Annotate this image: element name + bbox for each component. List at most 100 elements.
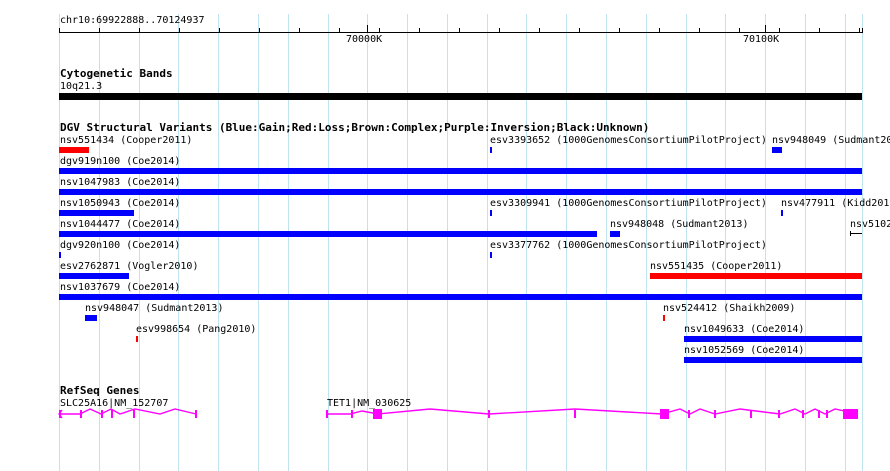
gain-variant-bar[interactable] (781, 210, 783, 216)
refseq-track-title: RefSeq Genes (60, 384, 140, 397)
variant-label: dgv919n100 (Coe2014) (60, 156, 181, 167)
grid-line (805, 14, 806, 471)
variant-label: nsv1049633 (Coe2014) (684, 324, 805, 335)
ruler-tick (259, 28, 260, 32)
exon (826, 410, 828, 418)
loss-variant-bar[interactable] (136, 336, 138, 342)
grid-line (258, 14, 259, 471)
variant-label: nsv1044477 (Coe2014) (60, 219, 181, 230)
region-label: chr10:69922888..70124937 (60, 15, 205, 26)
gene-label-slc25a16: SLC25A16|NM_152707 (60, 398, 169, 409)
exon (778, 410, 780, 418)
ruler-major-tick (765, 25, 766, 33)
ruler-tick (339, 28, 340, 32)
ruler-tick (819, 28, 820, 32)
gain-variant-bar[interactable] (490, 147, 492, 153)
loss-variant-bar[interactable] (650, 273, 862, 279)
variant-label: nsv551435 (Cooper2011) (650, 261, 783, 272)
grid-line (862, 14, 863, 471)
variant-label-clip: nsv510292 (850, 219, 890, 230)
grid-line (487, 14, 488, 471)
gain-variant-bar[interactable] (490, 210, 492, 216)
variant-label: dgv920n100 (Coe2014) (60, 240, 181, 251)
gain-variant-bar[interactable] (610, 231, 620, 237)
variant-label: esv3377762 (1000GenomesConsortiumPilotPr… (490, 240, 767, 251)
ruler-tick (659, 28, 660, 32)
gain-variant-bar[interactable] (85, 315, 97, 321)
variant-label: esv3309941 (1000GenomesConsortiumPilotPr… (490, 198, 767, 209)
exon (714, 410, 716, 418)
exon (111, 410, 113, 418)
variant-label: nsv948048 (Sudmant2013) (610, 219, 749, 230)
variant-label: nsv1037679 (Coe2014) (60, 282, 181, 293)
ruler-tick (99, 28, 100, 32)
gain-variant-bar[interactable] (490, 252, 492, 258)
gain-variant-bar[interactable] (684, 336, 862, 342)
variant-label: nsv524412 (Shaikh2009) (663, 303, 796, 314)
exon (488, 410, 490, 418)
cytoband-track-title: Cytogenetic Bands (60, 67, 173, 80)
dgv-track-title: DGV Structural Variants (Blue:Gain;Red:L… (60, 121, 650, 134)
gain-variant-bar[interactable] (59, 231, 597, 237)
loss-variant-bar[interactable] (663, 315, 665, 321)
ruler-axis-line (59, 32, 862, 33)
ruler-tick (739, 28, 740, 32)
variant-label: nsv510292 (850, 219, 890, 230)
ruler-tick (779, 28, 780, 32)
exon (750, 410, 752, 418)
gain-variant-bar[interactable] (59, 273, 129, 279)
variant-label: esv998654 (Pang2010) (136, 324, 257, 335)
intron-line (59, 408, 197, 415)
ruler-tick (859, 28, 860, 32)
variant-label: nsv1052569 (Coe2014) (684, 345, 805, 356)
ruler-tick (419, 28, 420, 32)
ruler-tick (59, 28, 60, 32)
gain-variant-bar[interactable] (59, 189, 862, 195)
exon (373, 409, 382, 419)
exon (351, 410, 353, 418)
variant-label: esv2762871 (Vogler2010) (60, 261, 199, 272)
cytoband-label: 10q21.3 (60, 81, 103, 92)
genome-browser-panel: chr10:69922888..70124937 70000K 70100K C… (0, 0, 890, 471)
grid-line (218, 14, 219, 471)
gain-variant-bar[interactable] (59, 210, 134, 216)
exon (133, 410, 135, 418)
ruler-tick (619, 28, 620, 32)
ruler-tick (219, 28, 220, 32)
grid-line (845, 14, 846, 471)
gene-model-tet1[interactable] (326, 408, 859, 419)
gain-variant-bar[interactable] (59, 168, 862, 174)
exon (80, 410, 82, 418)
exon (195, 410, 197, 418)
gain-variant-bar[interactable] (684, 357, 862, 363)
loss-variant-bar[interactable] (59, 147, 89, 153)
gene-label-tet1: TET1|NM_030625 (327, 398, 412, 409)
variant-label: nsv948047 (Sudmant2013) (85, 303, 224, 314)
gain-variant-bar[interactable] (772, 147, 782, 153)
gain-variant-bar[interactable] (59, 252, 61, 258)
unknown-variant-line[interactable] (850, 233, 862, 234)
exon (574, 410, 576, 418)
tick-label-70100k: 70100K (743, 34, 780, 45)
ruler-tick (579, 28, 580, 32)
ruler-end-tick (862, 28, 863, 33)
gain-variant-bar[interactable] (59, 294, 862, 300)
intron-line (326, 408, 859, 415)
gene-model-slc25a16[interactable] (58, 408, 197, 419)
exon (101, 410, 103, 418)
ruler-major-tick (367, 25, 368, 33)
ruler-tick (179, 28, 180, 32)
exon (818, 410, 820, 418)
exon (802, 410, 804, 418)
variant-label: esv3393652 (1000GenomesConsortiumPilotPr… (490, 135, 767, 146)
variant-label: nsv477911 (Kidd2010) (781, 198, 890, 209)
cytoband-bar[interactable] (59, 93, 862, 100)
ruler-tick (299, 28, 300, 32)
variant-label: nsv1050943 (Coe2014) (60, 198, 181, 209)
ruler-tick (139, 28, 140, 32)
exon (688, 410, 690, 418)
tick-label-70000k: 70000K (346, 34, 383, 45)
exon (660, 409, 669, 419)
variant-label: nsv1047983 (Coe2014) (60, 177, 181, 188)
ruler-tick (539, 28, 540, 32)
